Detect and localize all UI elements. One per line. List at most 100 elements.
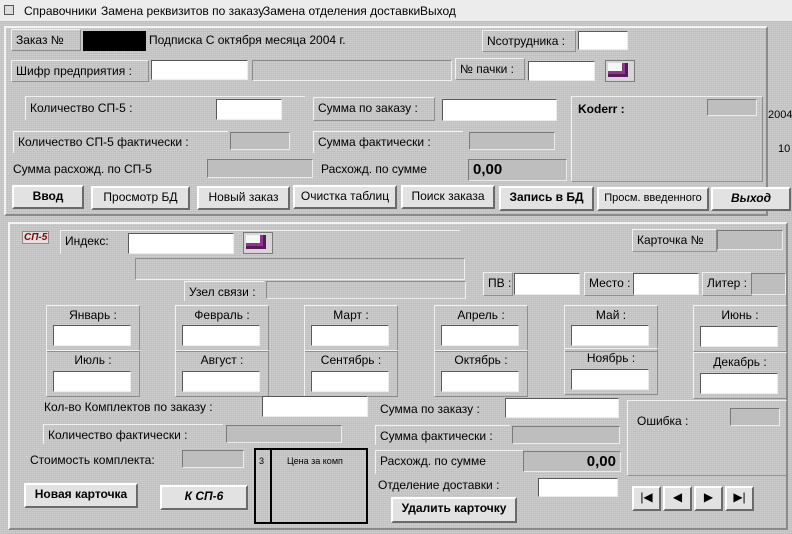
error-field xyxy=(730,408,780,426)
view-db-button[interactable]: Просмотр БД xyxy=(91,186,190,210)
enter-button[interactable]: Ввод xyxy=(12,185,84,209)
liter-field xyxy=(751,273,786,295)
month-sep-input[interactable] xyxy=(311,371,389,392)
price-table-divider xyxy=(270,448,272,524)
subscription-text: Подписка С октября месяца 2004 г. xyxy=(149,33,346,47)
month-dec-input[interactable] xyxy=(700,373,778,394)
employee-input[interactable] xyxy=(578,31,628,50)
sp5-diff-field xyxy=(207,159,313,178)
enterprise-code-label: Шифр предприятия : xyxy=(11,60,149,82)
pack-number-label: № пачки : xyxy=(455,58,525,80)
sp5-tag: СП-5 xyxy=(22,231,50,244)
place-input[interactable] xyxy=(633,273,699,295)
save-db-button[interactable]: Запись в БД xyxy=(499,186,594,211)
month-apr-input[interactable] xyxy=(441,325,519,346)
month-label: Март : xyxy=(333,308,369,322)
index-lookup-button[interactable] xyxy=(243,232,273,254)
last-record-button[interactable]: ▶| xyxy=(725,486,754,511)
sum-diff-value: 0,00 xyxy=(468,159,567,181)
order-number-field[interactable] xyxy=(83,31,146,51)
clear-tables-button[interactable]: Очистка таблиц xyxy=(293,185,397,209)
month-oct-input[interactable] xyxy=(441,371,519,392)
order-number-label: Заказ № xyxy=(11,29,81,51)
first-icon: |◀ xyxy=(640,490,653,504)
enterprise-name-display xyxy=(252,60,452,81)
delivery-label: Отделение доставки : xyxy=(378,478,500,492)
card-sum-input[interactable] xyxy=(505,398,619,418)
kit-price-label: Стоимость комплекта: xyxy=(30,453,155,467)
card-number-label: Карточка № xyxy=(632,229,717,252)
kits-input[interactable] xyxy=(262,396,368,417)
index-label: Индекс: xyxy=(65,234,109,248)
month-label: Февраль : xyxy=(194,308,250,322)
month-label: Июнь : xyxy=(721,308,759,322)
month-jan-input[interactable] xyxy=(53,325,131,346)
exit-button[interactable]: Выход xyxy=(711,187,791,211)
kit-price-field xyxy=(182,450,244,468)
index-name-display xyxy=(135,258,465,280)
hub-label: Узел связи : xyxy=(184,281,264,301)
order-sum-label: Сумма по заказу : xyxy=(313,97,435,121)
month-jun-input[interactable] xyxy=(700,326,778,347)
sp5-actual-field xyxy=(230,132,290,150)
month-label: Октябрь : xyxy=(454,353,508,367)
card-diff-label: Расхожд. по сумме xyxy=(375,450,523,474)
kits-actual-field xyxy=(226,425,342,443)
new-order-button[interactable]: Новый заказ xyxy=(197,186,290,210)
month-aug-input[interactable] xyxy=(182,371,260,392)
order-sum-input[interactable] xyxy=(442,99,557,121)
next-record-button[interactable]: ▶ xyxy=(694,486,723,511)
to-sp6-button[interactable]: К СП-6 xyxy=(160,485,248,510)
card-sum-label: Сумма по заказу : xyxy=(380,402,480,416)
card-actual-sum-label: Сумма фактически : xyxy=(375,425,510,445)
sp5-actual-label: Количество СП-5 фактически : xyxy=(13,131,228,153)
side-year-text: 2004 xyxy=(768,109,792,121)
card-diff-value: 0,00 xyxy=(523,451,621,472)
month-may-input[interactable] xyxy=(571,325,649,346)
sp5-count-input[interactable] xyxy=(216,99,282,120)
menu-exit[interactable]: Выход xyxy=(420,4,456,18)
pv-label: ПВ : xyxy=(483,272,513,296)
card-actual-sum-field xyxy=(512,426,620,444)
sp5-count-label: Количество СП-5 : xyxy=(30,101,133,115)
find-order-button[interactable]: Поиск заказа xyxy=(401,185,495,209)
price-table-col1: 3 xyxy=(259,456,265,466)
delivery-input[interactable] xyxy=(538,478,618,497)
app-icon[interactable] xyxy=(4,5,14,15)
first-record-button[interactable]: |◀ xyxy=(632,486,661,511)
next-icon: ▶ xyxy=(703,490,714,504)
month-label: Май : xyxy=(595,308,627,322)
month-label: Декабрь : xyxy=(713,355,767,369)
view-entered-button[interactable]: Просм. введенного xyxy=(597,187,709,211)
month-mar-input[interactable] xyxy=(311,325,389,346)
hub-display xyxy=(266,281,466,299)
price-table-col2: Цена за комп xyxy=(287,456,343,466)
delete-card-button[interactable]: Удалить карточку xyxy=(391,497,517,523)
koderr-label: Koderr : xyxy=(578,102,625,116)
pack-lookup-button[interactable] xyxy=(605,60,635,82)
menu-directories[interactable]: Справочники xyxy=(24,4,97,18)
month-jul-input[interactable] xyxy=(53,371,131,392)
enterprise-code-input[interactable] xyxy=(151,60,248,80)
month-label: Июль : xyxy=(74,353,112,367)
actual-sum-label: Сумма фактически : xyxy=(313,131,463,153)
kits-actual-label: Количество фактически : xyxy=(43,424,223,444)
sum-diff-label: Расхожд. по сумме xyxy=(321,162,427,176)
month-nov-input[interactable] xyxy=(571,369,649,390)
month-label: Январь : xyxy=(69,308,117,322)
month-label: Сентябрь : xyxy=(320,353,382,367)
prev-record-button[interactable]: ◀ xyxy=(663,486,692,511)
month-feb-input[interactable] xyxy=(182,325,260,346)
index-input[interactable] xyxy=(128,233,234,254)
menu-replace-delivery[interactable]: Замена отделения доставки xyxy=(263,4,420,18)
new-card-button[interactable]: Новая карточка xyxy=(24,483,138,508)
error-label: Ошибка : xyxy=(637,414,689,428)
actual-sum-field xyxy=(469,132,555,150)
pv-input[interactable] xyxy=(514,273,580,295)
menu-replace-details[interactable]: Замена реквизитов по заказу xyxy=(101,4,264,18)
koderr-field xyxy=(707,99,757,116)
pack-number-input[interactable] xyxy=(528,61,595,81)
kits-label: Кол-во Комплектов по заказу : xyxy=(44,400,213,414)
place-label: Место : xyxy=(584,272,634,296)
card-number-field xyxy=(717,230,783,250)
